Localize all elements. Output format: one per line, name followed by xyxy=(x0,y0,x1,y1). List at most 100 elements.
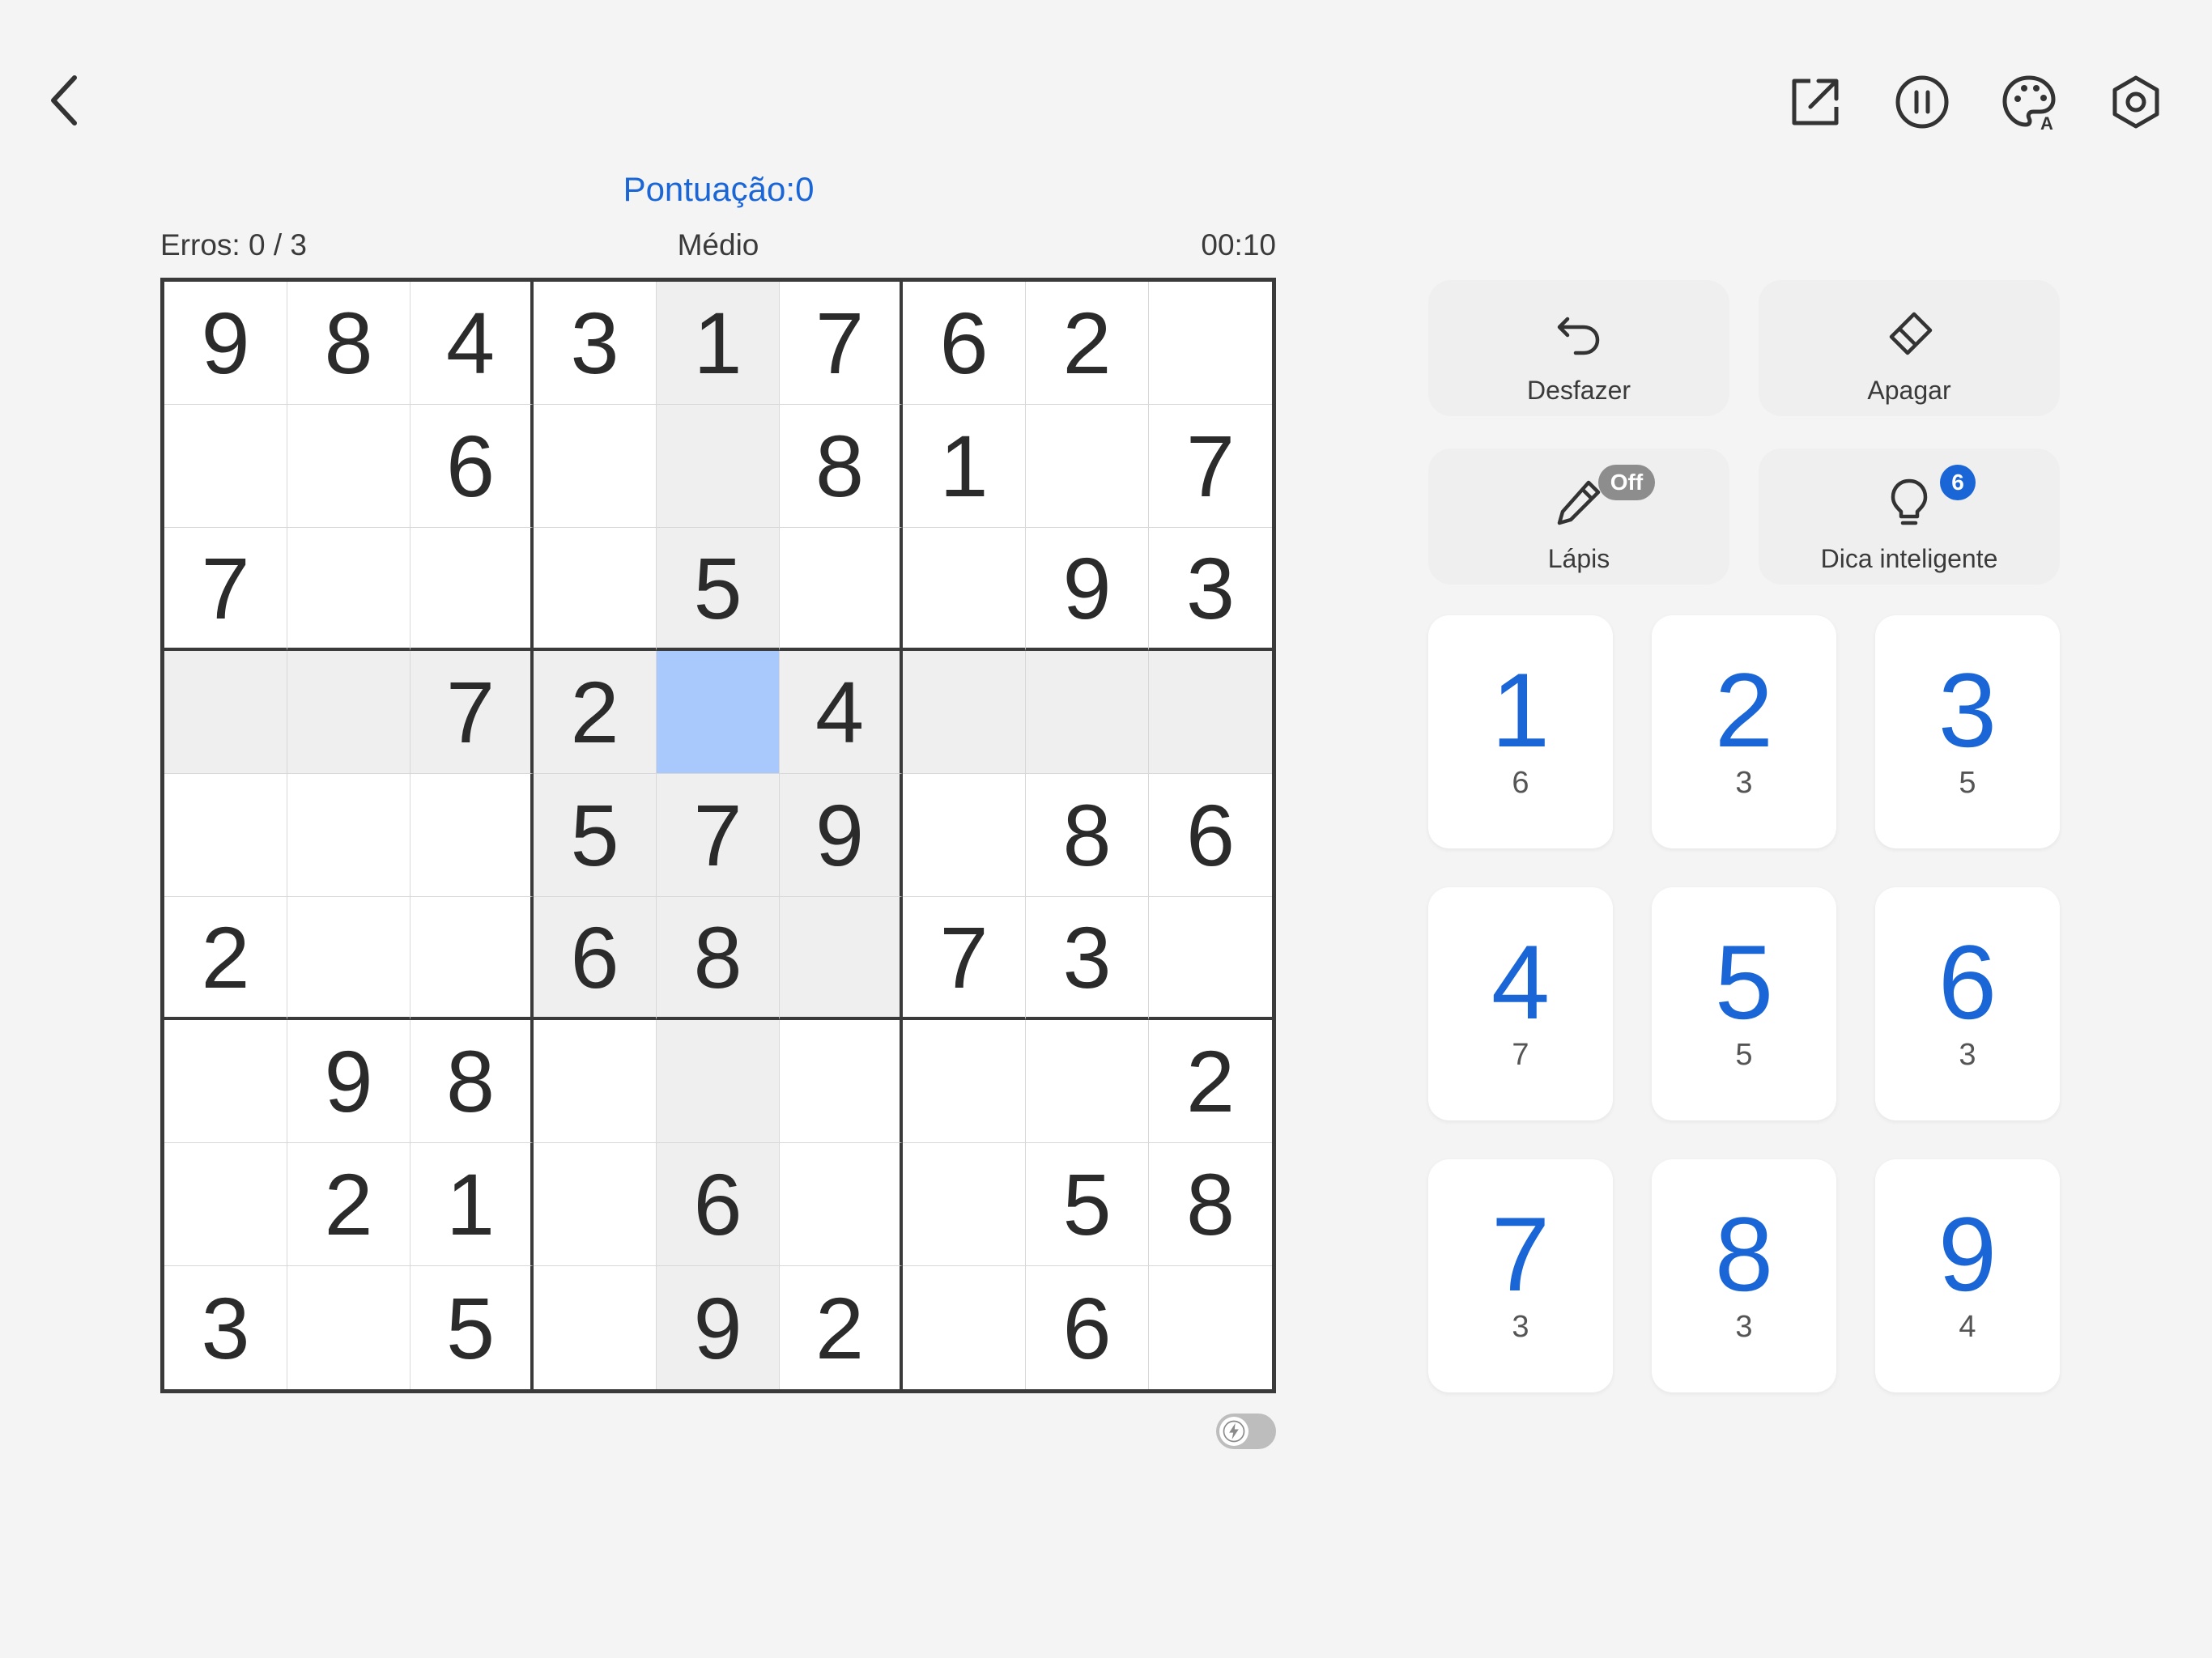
board-cell[interactable]: 5 xyxy=(410,1266,534,1389)
board-cell[interactable] xyxy=(657,651,780,774)
board-cell[interactable] xyxy=(903,1020,1026,1143)
board-cell[interactable]: 7 xyxy=(780,282,903,405)
board-cell[interactable]: 2 xyxy=(1026,282,1149,405)
board-cell[interactable] xyxy=(903,1143,1026,1266)
board-cell[interactable]: 8 xyxy=(657,897,780,1020)
board-cell[interactable] xyxy=(164,405,287,528)
board-cell[interactable] xyxy=(287,528,410,651)
board-cell[interactable]: 3 xyxy=(1026,897,1149,1020)
number-key-1[interactable]: 16 xyxy=(1428,615,1613,848)
number-key-5[interactable]: 55 xyxy=(1652,887,1836,1120)
board-cell[interactable]: 2 xyxy=(1149,1020,1272,1143)
board-cell[interactable]: 8 xyxy=(410,1020,534,1143)
board-cell[interactable]: 2 xyxy=(780,1266,903,1389)
board-cell[interactable]: 9 xyxy=(1026,528,1149,651)
number-key-3[interactable]: 35 xyxy=(1875,615,2060,848)
board-cell[interactable] xyxy=(1149,282,1272,405)
number-key-6[interactable]: 63 xyxy=(1875,887,2060,1120)
board-cell[interactable] xyxy=(1026,405,1149,528)
board-cell[interactable] xyxy=(657,405,780,528)
quick-mode-toggle[interactable] xyxy=(1216,1414,1276,1449)
board-cell[interactable]: 9 xyxy=(164,282,287,405)
board-cell[interactable]: 1 xyxy=(903,405,1026,528)
board-cell[interactable]: 7 xyxy=(903,897,1026,1020)
board-cell[interactable]: 7 xyxy=(164,528,287,651)
board-cell[interactable]: 7 xyxy=(657,774,780,897)
board-cell[interactable] xyxy=(780,1143,903,1266)
board-cell[interactable] xyxy=(534,1143,657,1266)
board-cell[interactable]: 2 xyxy=(534,651,657,774)
number-key-8[interactable]: 83 xyxy=(1652,1159,1836,1392)
board-cell[interactable]: 5 xyxy=(1026,1143,1149,1266)
board-cell[interactable] xyxy=(287,1266,410,1389)
board-cell[interactable]: 3 xyxy=(164,1266,287,1389)
board-cell[interactable]: 5 xyxy=(657,528,780,651)
board-cell[interactable] xyxy=(287,651,410,774)
share-button[interactable] xyxy=(1786,73,1844,131)
board-cell[interactable]: 6 xyxy=(1026,1266,1149,1389)
settings-button[interactable] xyxy=(2107,73,2165,131)
board-cell[interactable]: 4 xyxy=(780,651,903,774)
number-key-9[interactable]: 94 xyxy=(1875,1159,2060,1392)
hint-button[interactable]: 6 Dica inteligente xyxy=(1759,449,2060,585)
board-cell[interactable]: 8 xyxy=(287,282,410,405)
board-cell[interactable]: 3 xyxy=(534,282,657,405)
board-cell[interactable]: 6 xyxy=(657,1143,780,1266)
board-cell[interactable] xyxy=(534,528,657,651)
number-key-4[interactable]: 47 xyxy=(1428,887,1613,1120)
board-cell[interactable]: 9 xyxy=(657,1266,780,1389)
board-cell[interactable] xyxy=(287,405,410,528)
pause-button[interactable] xyxy=(1893,73,1951,131)
board-cell[interactable]: 6 xyxy=(1149,774,1272,897)
board-cell[interactable]: 1 xyxy=(410,1143,534,1266)
board-cell[interactable] xyxy=(410,528,534,651)
board-cell[interactable]: 2 xyxy=(287,1143,410,1266)
board-cell[interactable] xyxy=(534,405,657,528)
board-cell[interactable] xyxy=(410,774,534,897)
board-cell[interactable] xyxy=(1026,651,1149,774)
board-cell[interactable] xyxy=(164,774,287,897)
board-cell[interactable] xyxy=(780,1020,903,1143)
board-cell[interactable]: 4 xyxy=(410,282,534,405)
board-cell[interactable] xyxy=(534,1020,657,1143)
board-cell[interactable] xyxy=(410,897,534,1020)
board-cell[interactable]: 9 xyxy=(287,1020,410,1143)
board-cell[interactable]: 9 xyxy=(780,774,903,897)
board-cell[interactable] xyxy=(164,1143,287,1266)
board-cell[interactable] xyxy=(1026,1020,1149,1143)
board-cell[interactable]: 8 xyxy=(1149,1143,1272,1266)
board-cell[interactable] xyxy=(1149,1266,1272,1389)
board-cell[interactable] xyxy=(657,1020,780,1143)
board-cell[interactable]: 5 xyxy=(534,774,657,897)
board-cell[interactable] xyxy=(1149,651,1272,774)
erase-button[interactable]: Apagar xyxy=(1759,280,2060,416)
theme-button[interactable]: A xyxy=(2000,73,2058,131)
board-cell[interactable] xyxy=(780,528,903,651)
board-cell[interactable] xyxy=(164,651,287,774)
undo-button[interactable]: Desfazer xyxy=(1428,280,1729,416)
board-cell[interactable] xyxy=(164,1020,287,1143)
board-cell[interactable]: 3 xyxy=(1149,528,1272,651)
board-cell[interactable]: 6 xyxy=(903,282,1026,405)
board-cell[interactable] xyxy=(903,528,1026,651)
board-cell[interactable] xyxy=(903,651,1026,774)
board-cell[interactable]: 8 xyxy=(1026,774,1149,897)
board-cell[interactable]: 6 xyxy=(410,405,534,528)
pencil-button[interactable]: Off Lápis xyxy=(1428,449,1729,585)
board-cell[interactable]: 6 xyxy=(534,897,657,1020)
board-cell[interactable] xyxy=(287,897,410,1020)
board-cell[interactable]: 8 xyxy=(780,405,903,528)
board-cell[interactable] xyxy=(534,1266,657,1389)
board-cell[interactable] xyxy=(780,897,903,1020)
board-cell[interactable] xyxy=(903,774,1026,897)
board-cell[interactable]: 1 xyxy=(657,282,780,405)
board-cell[interactable]: 7 xyxy=(410,651,534,774)
board-cell[interactable] xyxy=(903,1266,1026,1389)
board-cell[interactable]: 2 xyxy=(164,897,287,1020)
board-cell[interactable] xyxy=(1149,897,1272,1020)
number-key-2[interactable]: 23 xyxy=(1652,615,1836,848)
number-key-7[interactable]: 73 xyxy=(1428,1159,1613,1392)
back-button[interactable] xyxy=(39,70,91,131)
board-cell[interactable] xyxy=(287,774,410,897)
board-cell[interactable]: 7 xyxy=(1149,405,1272,528)
